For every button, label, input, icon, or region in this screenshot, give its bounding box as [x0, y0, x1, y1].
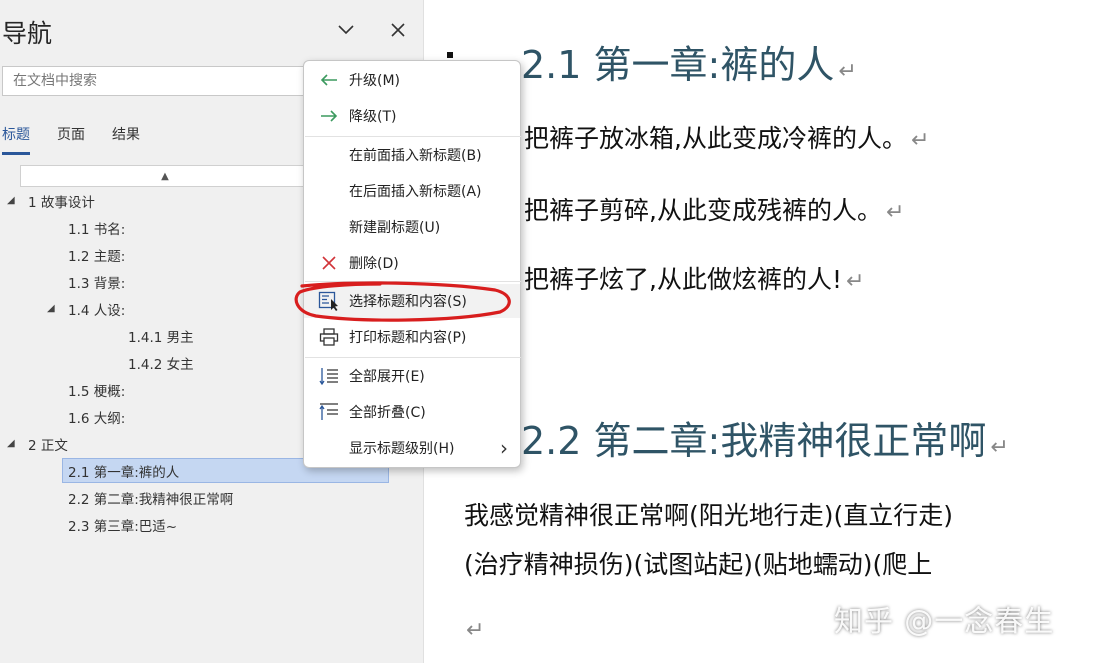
tree-item-label: 2.1 第一章:裤的人 — [68, 464, 180, 481]
menu-item-label: 选择标题和内容(S) — [349, 294, 467, 310]
tree-item[interactable]: 1.6 大纲: — [68, 404, 125, 429]
collapse-toggle-icon[interactable]: ◢ — [7, 195, 15, 206]
tree-item-label: 2 正文 — [28, 437, 68, 454]
tree-item[interactable]: 1.1 书名: — [68, 215, 125, 240]
menu-item-promote[interactable]: 升级(M) — [304, 63, 520, 97]
menu-item-insert-heading-after[interactable]: 在后面插入新标题(A) — [304, 174, 520, 208]
arrow-right-icon — [318, 105, 340, 127]
tree-item-label: 1.2 主题: — [68, 248, 126, 265]
menu-separator — [305, 357, 521, 358]
heading-text: 2.1 第一章:裤的人 — [521, 43, 835, 87]
menu-item-label: 全部展开(E) — [349, 369, 425, 385]
search-box[interactable] — [2, 66, 322, 96]
menu-item-show-heading-levels[interactable]: 显示标题级别(H) › — [304, 431, 520, 465]
menu-item-insert-heading-before[interactable]: 在前面插入新标题(B) — [304, 138, 520, 172]
tree-item[interactable]: 1.2 主题: — [68, 242, 125, 267]
scroll-up-button[interactable]: ▲ — [20, 165, 310, 187]
doc-paragraph[interactable]: (治疗精神损伤)(试图站起)(贴地蠕动)(爬上 — [464, 545, 932, 581]
context-menu: 升级(M) 降级(T) 在前面插入新标题(B) 在后面插入新标题(A) 新建副标… — [303, 60, 521, 468]
tree-item-label: 1.1 书名: — [68, 221, 126, 238]
collapse-toggle-icon[interactable]: ◢ — [7, 438, 15, 449]
menu-item-label: 新建副标题(U) — [349, 220, 441, 236]
tree-item-label: 1.4 人设: — [68, 302, 126, 319]
paragraph-mark: ↵ — [885, 200, 905, 225]
select-content-icon — [318, 290, 340, 312]
tree-item-label: 1.4.2 女主 — [128, 356, 194, 373]
menu-item-label: 降级(T) — [349, 109, 397, 125]
paragraph-mark: ↵ — [845, 269, 865, 294]
empty-paragraph[interactable]: ↵ — [462, 614, 484, 643]
tab-headings[interactable]: 标题 — [2, 124, 30, 155]
collapse-all-icon — [318, 401, 340, 423]
triangle-up-icon: ▲ — [161, 170, 169, 182]
tree-item[interactable]: 1.4 人设: — [68, 296, 125, 321]
paragraph-mark: ↵ — [466, 618, 485, 643]
tree-item[interactable]: 1.4.1 男主 — [128, 323, 194, 348]
doc-paragraph[interactable]: 我感觉精神很正常啊(阳光地行走)(直立行走) — [464, 496, 953, 532]
close-icon[interactable] — [386, 18, 410, 42]
paragraph-text: 我感觉精神很正常啊(阳光地行走)(直立行走) — [464, 501, 954, 530]
menu-separator — [305, 136, 521, 137]
menu-item-collapse-all[interactable]: 全部折叠(C) — [304, 395, 520, 429]
printer-icon — [318, 326, 340, 348]
menu-item-delete[interactable]: 删除(D) — [304, 246, 520, 280]
tree-item[interactable]: 2.3 第三章:巴适~ — [68, 512, 177, 537]
tree-item[interactable]: 1.3 背景: — [68, 269, 125, 294]
tree-item-label: 1.4.1 男主 — [128, 329, 194, 346]
tree-item-label: 2.3 第三章:巴适~ — [68, 518, 178, 535]
tree-item-label: 1 故事设计 — [28, 194, 95, 211]
tree-item-label: 2.2 第二章:我精神很正常啊 — [68, 491, 234, 508]
menu-separator — [305, 281, 521, 282]
heading-bullet-marker — [447, 52, 453, 58]
paragraph-mark: ↵ — [990, 435, 1009, 460]
tab-results[interactable]: 结果 — [112, 124, 140, 155]
menu-item-label: 删除(D) — [349, 256, 399, 272]
doc-heading-2[interactable]: 2.2 第二章:我精神很正常啊 ↵ — [521, 410, 1009, 465]
nav-tabs: 标题 页面 结果 — [2, 124, 140, 155]
menu-item-label: 显示标题级别(H) — [349, 441, 455, 457]
menu-item-label: 在前面插入新标题(B) — [349, 148, 482, 164]
doc-paragraph[interactable]: 把裤子剪碎,从此变成残裤的人。 ↵ — [524, 191, 904, 227]
menu-item-demote[interactable]: 降级(T) — [304, 99, 520, 133]
paragraph-text: (治疗精神损伤)(试图站起)(贴地蠕动)(爬上 — [464, 550, 933, 579]
tree-item[interactable]: 2 正文 — [28, 431, 68, 456]
paragraph-mark: ↵ — [910, 128, 930, 153]
doc-paragraph[interactable]: 把裤子炫了,从此做炫裤的人! ↵ — [524, 260, 864, 296]
menu-item-label: 全部折叠(C) — [349, 405, 426, 421]
nav-pane-title: 导航 — [2, 19, 53, 48]
paragraph-text: 把裤子炫了,从此做炫裤的人! — [524, 265, 842, 294]
paragraph-mark: ↵ — [838, 59, 857, 84]
tree-item-label: 1.6 大纲: — [68, 410, 126, 427]
menu-item-label: 在后面插入新标题(A) — [349, 184, 482, 200]
menu-item-label: 升级(M) — [349, 73, 401, 89]
submenu-arrow-icon: › — [500, 436, 508, 460]
menu-item-print-heading-and-content[interactable]: 打印标题和内容(P) — [304, 320, 520, 354]
menu-item-select-heading-and-content[interactable]: 选择标题和内容(S) — [304, 284, 520, 318]
collapse-toggle-icon[interactable]: ◢ — [47, 303, 55, 314]
nav-options-chevron-icon[interactable] — [334, 18, 358, 42]
tree-item-label: 1.5 梗概: — [68, 383, 126, 400]
watermark: 知乎 @一念春生 — [834, 604, 1055, 638]
paragraph-text: 把裤子放冰箱,从此变成冷裤的人。 — [524, 124, 907, 153]
paragraph-text: 把裤子剪碎,从此变成残裤的人。 — [524, 196, 882, 225]
tree-item[interactable]: 1.4.2 女主 — [128, 350, 194, 375]
tree-item-label: 1.3 背景: — [68, 275, 126, 292]
search-input[interactable] — [11, 72, 321, 90]
menu-item-label: 打印标题和内容(P) — [349, 330, 467, 346]
tree-item[interactable]: 2.2 第二章:我精神很正常啊 — [68, 485, 233, 510]
tab-pages[interactable]: 页面 — [57, 124, 85, 155]
tree-item[interactable]: 1.5 梗概: — [68, 377, 125, 402]
tree-item[interactable]: 1 故事设计 — [28, 188, 95, 213]
close-x-icon — [318, 252, 340, 274]
document-area[interactable]: 2.1 第一章:裤的人 ↵ 把裤子放冰箱,从此变成冷裤的人。 ↵ 把裤子剪碎,从此变… — [425, 0, 1101, 663]
heading-text: 2.2 第二章:我精神很正常啊 — [521, 419, 987, 463]
menu-item-new-subheading[interactable]: 新建副标题(U) — [304, 210, 520, 244]
arrow-left-icon — [318, 69, 340, 91]
doc-heading-1[interactable]: 2.1 第一章:裤的人 ↵ — [521, 34, 857, 89]
doc-paragraph[interactable]: 把裤子放冰箱,从此变成冷裤的人。 ↵ — [524, 119, 929, 155]
menu-item-expand-all[interactable]: 全部展开(E) — [304, 359, 520, 393]
expand-all-icon — [318, 365, 340, 387]
